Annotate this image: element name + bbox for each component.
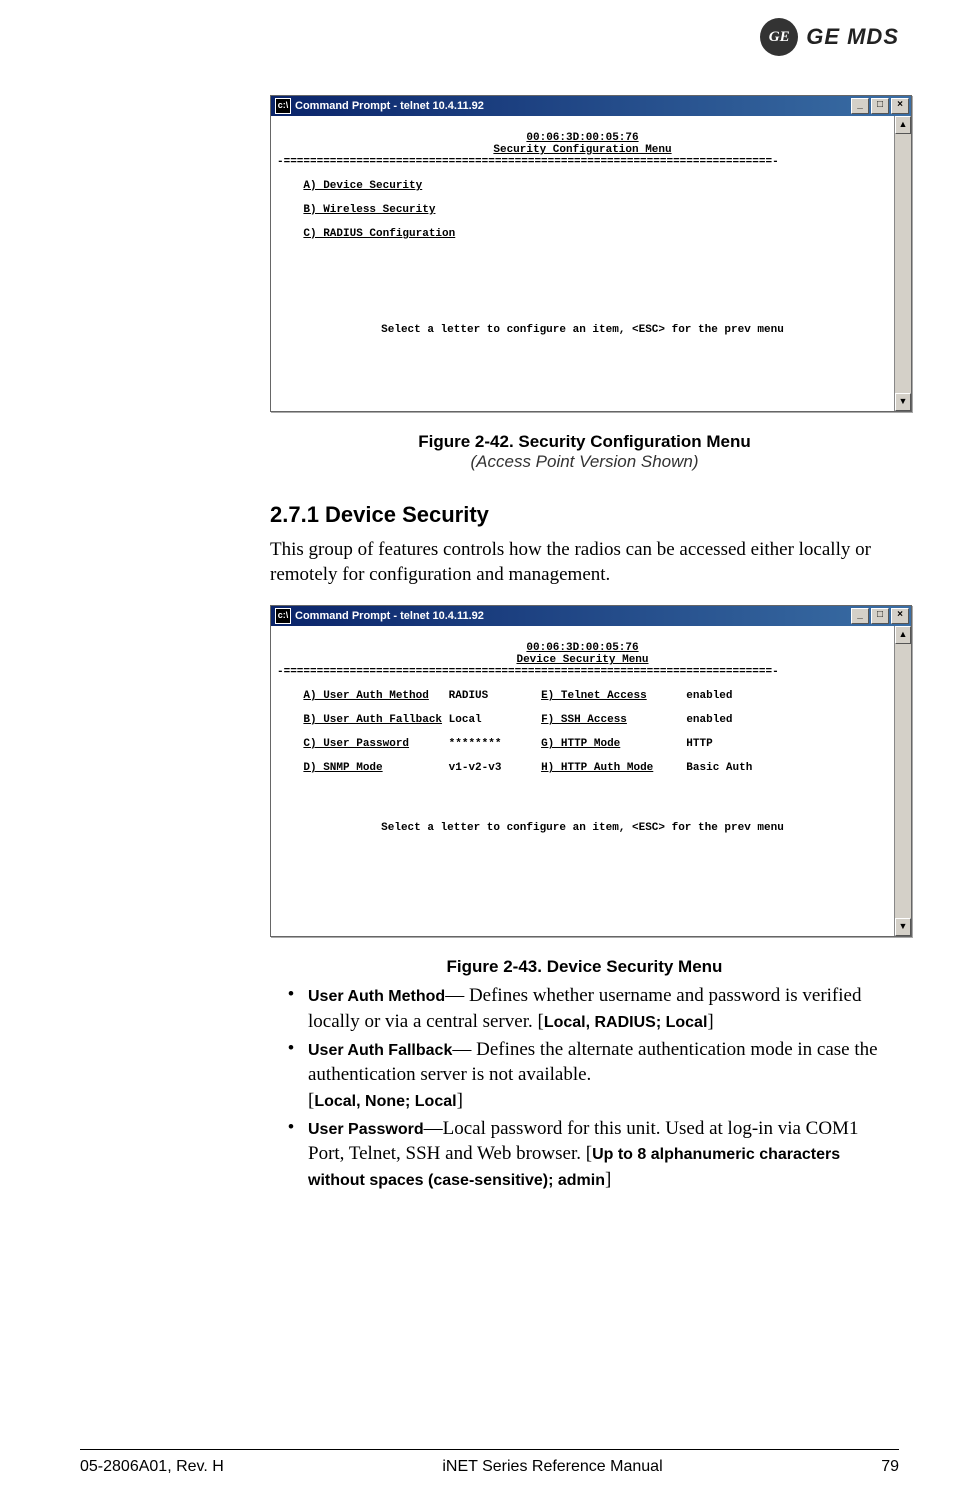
definition-list: • User Auth Method— Defines whether user… [270, 983, 899, 1192]
minimize-button[interactable]: _ [851, 608, 869, 624]
brand-logo: GE GE MDS [760, 18, 899, 56]
bullet-icon: • [288, 1116, 308, 1193]
scrollbar[interactable]: ▲ ▼ [894, 116, 911, 411]
footer-right: 79 [881, 1458, 899, 1476]
section-intro: This group of features controls how the … [270, 538, 899, 587]
scroll-up-icon[interactable]: ▲ [895, 626, 911, 644]
scroll-down-icon[interactable]: ▼ [895, 918, 911, 936]
window-titlebar: c:\ Command Prompt - telnet 10.4.11.92 _… [271, 606, 911, 626]
close-button[interactable]: × [891, 608, 909, 624]
window-title: Command Prompt - telnet 10.4.11.92 [295, 610, 851, 622]
scroll-up-icon[interactable]: ▲ [895, 116, 911, 134]
footer-center: iNET Series Reference Manual [442, 1458, 662, 1476]
terminal-window-device-security: c:\ Command Prompt - telnet 10.4.11.92 _… [270, 605, 912, 937]
footer-left: 05-2806A01, Rev. H [80, 1458, 224, 1476]
list-item: • User Auth Method— Defines whether user… [270, 983, 899, 1034]
maximize-button[interactable]: □ [871, 608, 889, 624]
terminal-output: 00:06:3D:00:05:76Security Configuration … [271, 116, 894, 411]
footer-rule [80, 1449, 899, 1450]
bullet-icon: • [288, 1037, 308, 1114]
term-label: User Auth Method [308, 988, 445, 1005]
brand-text: GE MDS [806, 24, 899, 50]
cmd-icon: c:\ [275, 608, 291, 624]
minimize-button[interactable]: _ [851, 98, 869, 114]
term-label: User Auth Fallback [308, 1042, 452, 1059]
bullet-icon: • [288, 983, 308, 1034]
figure2-caption-title: Figure 2-43. Device Security Menu [270, 957, 899, 977]
list-item: • User Password—Local password for this … [270, 1116, 899, 1193]
ge-monogram-icon: GE [760, 18, 798, 56]
window-title: Command Prompt - telnet 10.4.11.92 [295, 100, 851, 112]
window-titlebar: c:\ Command Prompt - telnet 10.4.11.92 _… [271, 96, 911, 116]
figure1-caption-sub: (Access Point Version Shown) [270, 452, 899, 472]
figure1-caption-title: Figure 2-42. Security Configuration Menu [270, 432, 899, 452]
term-label: User Password [308, 1121, 424, 1138]
terminal-output: 00:06:3D:00:05:76Device Security Menu-==… [271, 626, 894, 936]
list-item: • User Auth Fallback— Defines the altern… [270, 1037, 899, 1114]
maximize-button[interactable]: □ [871, 98, 889, 114]
scroll-down-icon[interactable]: ▼ [895, 393, 911, 411]
terminal-window-security-config: c:\ Command Prompt - telnet 10.4.11.92 _… [270, 95, 912, 412]
close-button[interactable]: × [891, 98, 909, 114]
page-footer: 05-2806A01, Rev. H iNET Series Reference… [80, 1458, 899, 1476]
section-heading: 2.7.1 Device Security [270, 502, 899, 528]
cmd-icon: c:\ [275, 98, 291, 114]
scrollbar[interactable]: ▲ ▼ [894, 626, 911, 936]
